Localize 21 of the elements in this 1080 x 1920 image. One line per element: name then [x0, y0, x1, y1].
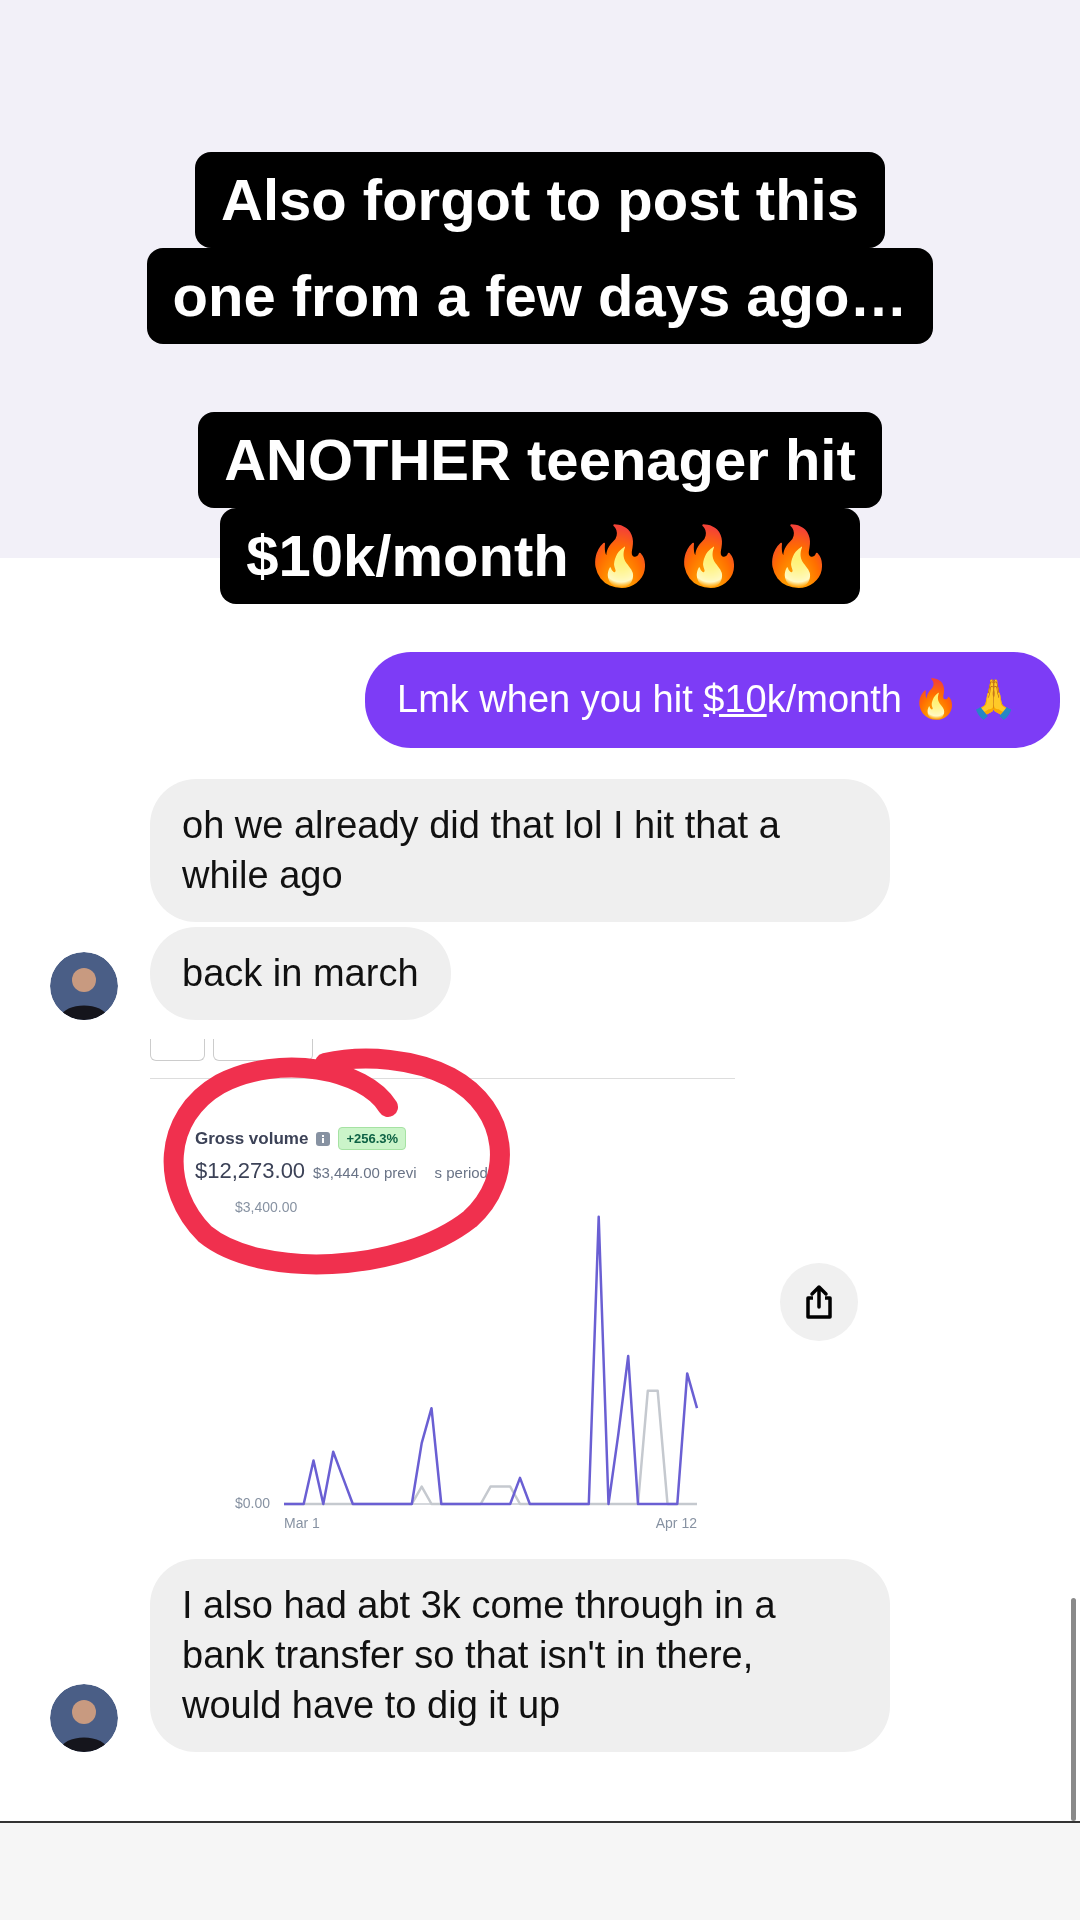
message-bubble: back in march: [150, 927, 451, 1020]
message-bubble: oh we already did that lol I hit that a while ago: [150, 779, 890, 922]
caption-text: one from a few days ago…: [146, 248, 934, 344]
change-badge: +256.3%: [338, 1127, 407, 1150]
message-link[interactable]: $10: [703, 678, 767, 720]
share-icon: [803, 1283, 835, 1320]
info-icon: [316, 1131, 331, 1146]
previous-amount: s period: [434, 1164, 488, 1181]
axis-label: $0.00: [235, 1494, 271, 1511]
filter-chip: [150, 1039, 205, 1061]
caption-text: Also forgot to post this: [195, 152, 885, 248]
axis-label: $3,400.00: [235, 1198, 298, 1215]
caption-text: ANOTHER teenager hit: [198, 412, 882, 508]
message-bubble: Lmk when you hit $10k/month 🔥 🙏: [365, 652, 1060, 748]
metric-title: Gross volume: [195, 1128, 309, 1149]
amount: $12,273.00: [195, 1158, 306, 1184]
axis-label: Mar 1: [284, 1515, 320, 1531]
previous-amount: $3,444.00 previ: [313, 1164, 417, 1181]
axis-label: Apr 12: [655, 1515, 697, 1531]
message-bubble: I also had abt 3k come through in a bank transfer so that isn't in there, would have to dig it up: [150, 1559, 890, 1752]
caption-text: $10k/month 🔥 🔥 🔥: [220, 508, 860, 604]
